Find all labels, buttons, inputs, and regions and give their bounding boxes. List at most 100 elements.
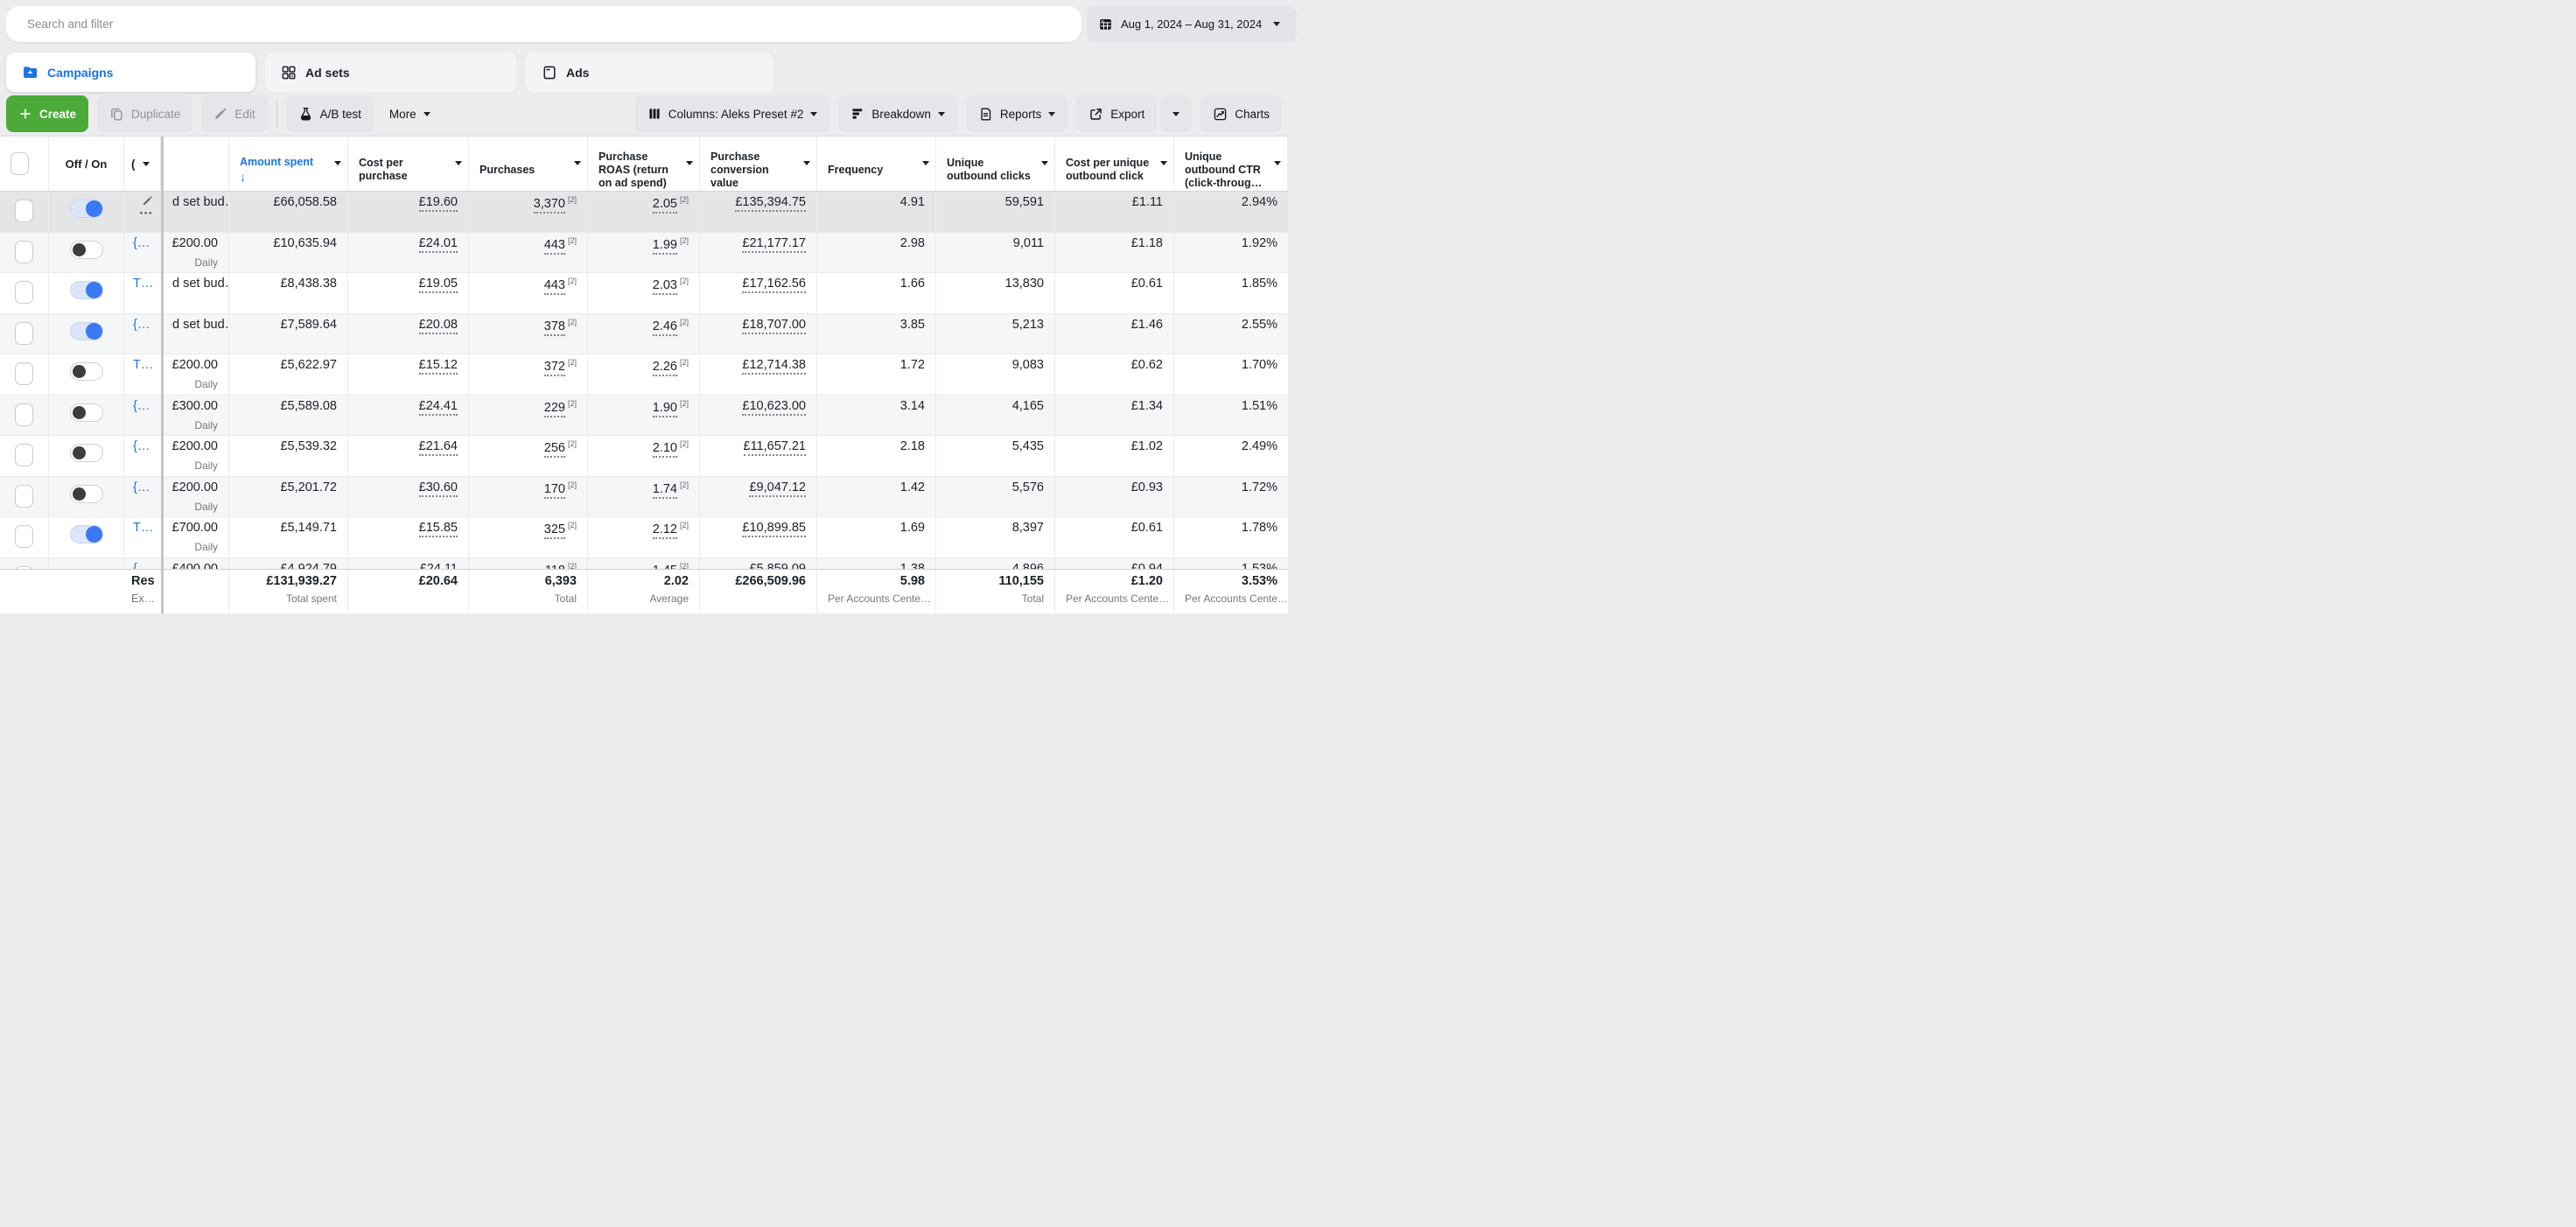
metric-value: 2.98 <box>900 236 925 250</box>
campaign-toggle[interactable] <box>70 525 103 543</box>
row-checkbox[interactable] <box>15 241 33 263</box>
row-checkbox[interactable] <box>15 322 33 345</box>
row-checkbox-cell <box>0 192 49 232</box>
column-header-roas[interactable]: Purchase ROAS (return on ad spend) <box>588 137 700 191</box>
table-row: ●●●d set bud…£66,058.58£19.603,370[2]2.0… <box>0 192 1288 233</box>
column-header-purchases[interactable]: Purchases <box>469 137 588 191</box>
table-row: T…£700.00Daily£5,149.71£15.85325[2]2.12[… <box>0 517 1288 558</box>
create-button[interactable]: Create <box>6 95 88 132</box>
date-range-button[interactable]: Aug 1, 2024 – Aug 31, 2024 <box>1087 6 1297 42</box>
campaign-toggle[interactable] <box>70 281 103 299</box>
footer-amount: £131,939.27Total spent <box>229 570 348 614</box>
column-header-amount[interactable]: Amount spent↓ <box>229 137 348 191</box>
metric-value: £1.18 <box>1131 236 1163 250</box>
column-header-conv[interactable]: Purchase conversion value <box>700 137 817 191</box>
cell-cpp: £15.85 <box>348 517 469 557</box>
row-checkbox[interactable] <box>15 362 33 385</box>
row-checkbox[interactable] <box>15 485 33 508</box>
cell-roas: 1.99[2] <box>588 233 700 273</box>
campaign-toggle[interactable] <box>70 444 103 462</box>
select-all-checkbox[interactable] <box>10 152 29 175</box>
tab-ads[interactable]: Ads <box>526 53 774 92</box>
ellipsis-icon[interactable]: ●●● <box>140 211 153 216</box>
campaign-toggle[interactable] <box>70 403 103 422</box>
campaign-toggle[interactable] <box>70 200 103 218</box>
campaign-name-link[interactable]: {… <box>133 236 150 250</box>
column-header-clicks[interactable]: Unique outbound clicks <box>936 137 1055 191</box>
row-toggle-cell <box>49 314 124 354</box>
footnote-marker: [2] <box>568 195 577 204</box>
cell-conv: £11,657.21 <box>700 436 817 476</box>
campaign-name-link[interactable]: T… <box>133 521 153 535</box>
export-options-button[interactable] <box>1160 95 1192 132</box>
campaigns-table: Off / On(Amount spent↓Cost per purchaseP… <box>0 136 1288 614</box>
cell-conv: £135,394.75 <box>700 192 817 232</box>
pencil-icon[interactable] <box>142 195 153 207</box>
cell-cpp: £20.08 <box>348 314 469 354</box>
campaign-name-link[interactable]: {… <box>133 439 150 453</box>
campaign-toggle[interactable] <box>70 485 103 503</box>
campaign-toggle[interactable] <box>70 241 103 259</box>
footnote-marker: [2] <box>568 318 577 326</box>
budget-cell: £200.00Daily <box>161 436 229 476</box>
columns-button[interactable]: Columns: Aleks Preset #2 <box>635 95 830 132</box>
metric-value: 2.03 <box>653 278 677 295</box>
campaign-name-link[interactable]: {… <box>133 480 150 494</box>
breakdown-button-label: Breakdown <box>872 108 931 121</box>
footer-value: 6,393 <box>480 574 577 588</box>
metric-value: 5,576 <box>1012 480 1044 494</box>
frozen-column-divider[interactable] <box>161 137 164 614</box>
column-header-ctr[interactable]: Unique outbound CTR (click-throug… <box>1174 137 1288 191</box>
more-button[interactable]: More <box>382 95 438 132</box>
column-header-freq[interactable]: Frequency <box>817 137 936 191</box>
metric-value: 2.94% <box>1242 195 1278 209</box>
campaign-toggle[interactable] <box>70 322 103 340</box>
select-all-checkbox-cell[interactable] <box>0 137 49 191</box>
search-input[interactable]: Search and filter <box>6 6 1082 42</box>
reports-button[interactable]: Reports <box>966 95 1068 132</box>
chevron-down-icon <box>803 161 810 165</box>
campaign-name-link[interactable]: T… <box>133 358 153 372</box>
budget-cell: d set bud… <box>161 192 229 232</box>
duplicate-button[interactable]: Duplicate <box>97 95 192 132</box>
edit-button[interactable]: Edit <box>201 95 267 132</box>
row-toggle-cell <box>49 354 124 395</box>
toggle-knob <box>86 282 102 298</box>
cell-clicks: 5,435 <box>936 436 1055 476</box>
metric-value: £17,162.56 <box>742 277 806 293</box>
row-checkbox[interactable] <box>15 403 33 426</box>
campaign-name-link[interactable]: T… <box>133 277 153 291</box>
cell-cpp: £24.41 <box>348 396 469 436</box>
cell-cpuoc: £1.34 <box>1055 396 1174 436</box>
charts-button[interactable]: Charts <box>1200 95 1282 132</box>
tab-ad-sets[interactable]: Ad sets <box>265 53 516 92</box>
cell-roas: 2.05[2] <box>588 192 700 232</box>
column-header-cpuoc[interactable]: Cost per unique outbound click <box>1055 137 1174 191</box>
column-header-name[interactable]: ( <box>124 137 161 191</box>
metric-value: 1.78% <box>1242 521 1278 535</box>
column-header-cpp[interactable]: Cost per purchase <box>348 137 469 191</box>
footer-value: 3.53% <box>1185 574 1278 588</box>
cell-amount: £5,149.71 <box>229 517 348 557</box>
tab-campaigns[interactable]: Campaigns <box>6 53 256 92</box>
campaign-name-link[interactable]: {… <box>133 318 150 332</box>
row-checkbox[interactable] <box>15 281 33 304</box>
campaign-toggle[interactable] <box>70 362 103 381</box>
metric-value: 1.90 <box>653 401 677 417</box>
metric-value: £12,714.38 <box>742 358 806 375</box>
metric-value: 2.10 <box>653 441 677 458</box>
cell-clicks: 5,213 <box>936 314 1055 354</box>
ab-test-button[interactable]: A/B test <box>286 95 374 132</box>
column-header-label: Amount spent↓ <box>240 156 313 184</box>
cell-cpp: £30.60 <box>348 477 469 517</box>
export-button[interactable]: Export <box>1076 95 1157 132</box>
column-header-label: Unique outbound CTR (click-throug… <box>1185 151 1270 190</box>
row-checkbox[interactable] <box>15 444 33 466</box>
campaign-name-link[interactable]: {… <box>133 399 150 413</box>
row-checkbox[interactable] <box>15 200 33 222</box>
cell-clicks: 4,165 <box>936 396 1055 436</box>
breakdown-button[interactable]: Breakdown <box>838 95 957 132</box>
row-checkbox[interactable] <box>15 525 33 548</box>
toggle-knob <box>86 526 102 543</box>
ab-test-button-label: A/B test <box>320 108 361 121</box>
